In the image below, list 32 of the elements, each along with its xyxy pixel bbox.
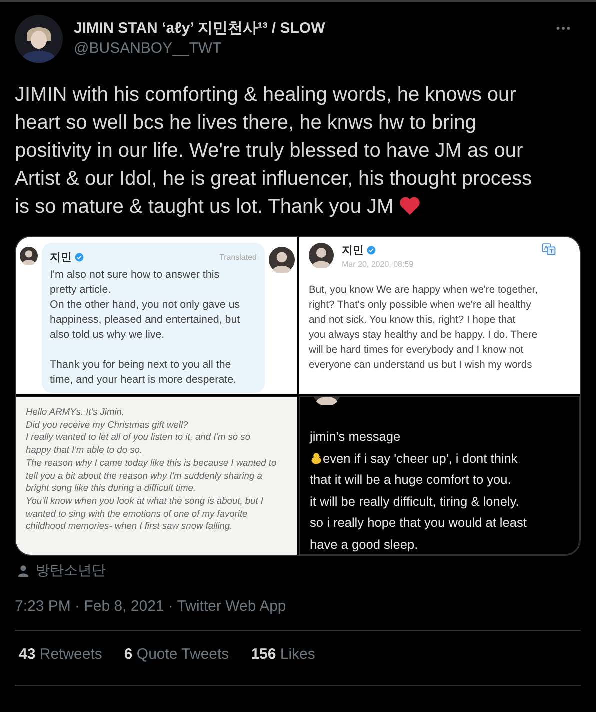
author-handle[interactable]: @BUSANBOY__TWT (74, 39, 556, 59)
avatar-icon (20, 247, 38, 265)
tagged-account[interactable]: 방탄소년단 (36, 562, 106, 580)
message-text: But, you know We are happy when we're together, right? That's only possible when we're all healthy and not sick. You know this, right? I hope that you always stay healthy and be happy. I do. There will be hard times for everybody and I know not everyone can understand us but I wish my words (309, 284, 540, 373)
more-icon[interactable] (556, 26, 571, 31)
message-text: Hello ARMYs. It's Jimin. Did you receive my Christmas gift well? I really wanted to let all of you listen to it, and I'm so so happy that I'm able to do so. The reason why I came today like this is because I wanted to tell you a bit about the reason why I'm suddenly sharing a bright song like this during a difficult time. You'll know when you look at what the song is about, but I wanted to sing with the emotions of one of my favorite childhood memories- when I first saw snow falling. (26, 406, 278, 534)
tweet-text: JIMIN with his comforting & healing words, he knows our heart so well bcs he lives there, he knws hw to bring positivity in our life. We're truly blessed to have JM as our Artist & our Idol, he is great influencer, his thought process is so mature & taught us lot. Thank you JM (15, 83, 533, 220)
screenshot-panel[interactable]: jimin's message even if i say 'cheer up', i dont think that it will be a huge comfort to you. it will be really difficult, tiring & lonely. so i really hope that you would at least have a good sleep. (299, 396, 580, 555)
timestamp[interactable]: 7:23 PM · Feb 8, 2021 · Twitter Web App (15, 598, 581, 615)
stat-link[interactable]: 156 Likes (251, 646, 316, 670)
message-text: even if i say 'cheer up', i dont think (323, 450, 518, 468)
stat-link[interactable]: 6 Quote Tweets (124, 646, 230, 670)
profile-name: 지민 (342, 244, 364, 258)
chick-icon (310, 452, 323, 465)
stat-link[interactable]: 43 Retweets (19, 646, 102, 670)
post-date: Mar 20, 2020, 08:59 (342, 260, 415, 269)
screenshot-panel[interactable] (16, 396, 297, 555)
message-text: I'm also not sure how to answer this pretty article. On the other hand, you not only gave us happiness, pleased and entertained, but also told us why we live. (50, 268, 242, 343)
avatar-icon (269, 247, 295, 273)
translated-label: Translated (220, 253, 257, 262)
profile-name: 지민 (50, 251, 72, 265)
translate-icon (542, 243, 556, 256)
message-title: jimin's message (310, 428, 402, 446)
screenshot-panel[interactable] (299, 237, 580, 394)
avatar-icon[interactable] (15, 15, 63, 63)
person-icon (18, 565, 29, 577)
avatar-icon (309, 243, 334, 268)
message-text: Thank you for being next to you all the time, and your heart is more desperate. (50, 358, 238, 388)
screenshot-panel[interactable] (16, 237, 297, 394)
message-text: that it will be a huge comfort to you. it will be really difficult, tiring & lonely. so i really hope that you would at least have a good sleep. (310, 471, 528, 554)
author-name[interactable]: JIMIN STAN ‘aℓy’ 지민천사¹³ / SLOW (74, 19, 556, 39)
heart-icon (399, 196, 422, 216)
